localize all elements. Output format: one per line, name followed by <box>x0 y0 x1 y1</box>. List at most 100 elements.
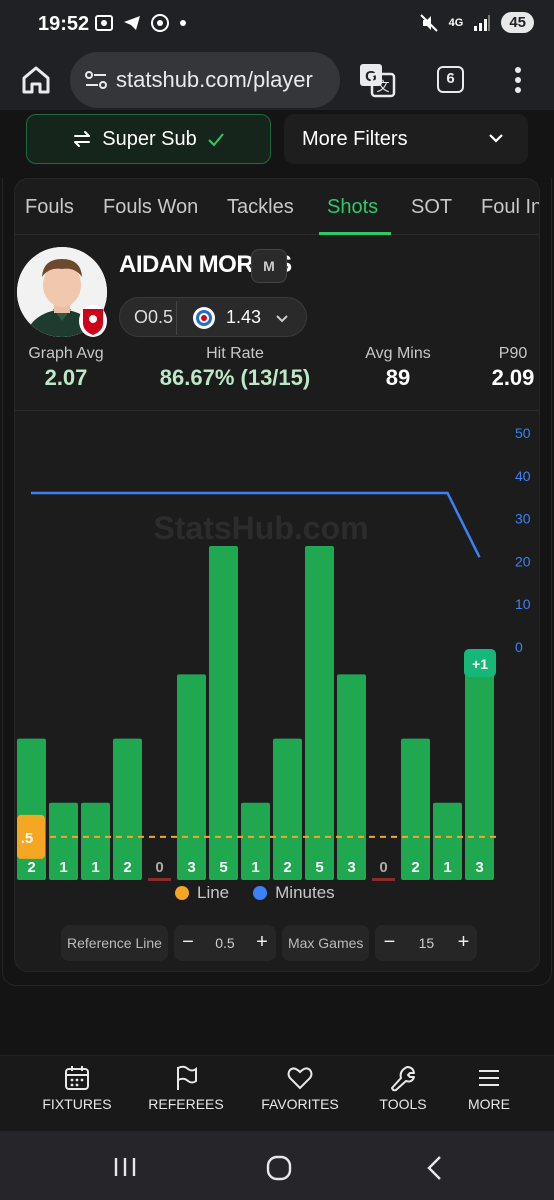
site-settings-icon[interactable] <box>84 69 108 91</box>
chart-svg: StatsHub.com01020304050607080902May 91Ma… <box>15 254 531 926</box>
chart-legend: Line Minutes <box>175 883 335 903</box>
stat-label: Avg Mins <box>365 345 431 362</box>
annotation-label: +1 <box>472 656 488 672</box>
reference-increment-button[interactable]: + <box>248 929 276 957</box>
menu-icon <box>479 1070 499 1086</box>
tab-fouls-won[interactable]: Fouls Won <box>103 196 198 219</box>
right-axis-tick: 30 <box>515 511 531 527</box>
nav-favorites[interactable]: FAVORITES <box>250 1064 350 1112</box>
legend-swatch <box>253 886 268 900</box>
more-filters-dropdown[interactable]: More Filters <box>284 114 528 164</box>
home-circle-icon[interactable] <box>266 1155 292 1181</box>
browser-toolbar: statshub.com/player G文 6 <box>0 50 554 110</box>
translate-button[interactable]: G文 <box>358 62 396 98</box>
reference-value: 0.5 <box>215 935 235 951</box>
stat-label: P90 <box>498 345 528 362</box>
reference-label: .5 <box>21 830 34 847</box>
chevron-down-icon <box>276 315 288 323</box>
stat-p90: P90 2.09 <box>489 345 537 391</box>
chevron-down-icon <box>489 134 503 143</box>
chrome-icon <box>151 14 169 32</box>
bar-value-label: 5 <box>219 859 227 876</box>
stat-tabs: Fouls Fouls Won Tackles Shots SOT Foul I… <box>15 179 539 235</box>
stat-graph-avg: Graph Avg 2.07 <box>23 345 109 391</box>
nav-label: FIXTURES <box>42 1096 112 1112</box>
tab-switcher-button[interactable]: 6 <box>437 66 464 93</box>
right-axis-tick: 50 <box>515 425 531 441</box>
status-system-icons: 4G 45 <box>419 12 534 33</box>
nav-label: MORE <box>468 1096 510 1112</box>
active-tab-indicator <box>319 232 391 235</box>
status-time: 19:52 <box>38 13 90 35</box>
nav-referees[interactable]: REFEREES <box>136 1064 236 1112</box>
tab-tackles[interactable]: Tackles <box>227 196 294 219</box>
max-games-increment-button[interactable]: + <box>449 929 477 957</box>
nav-tools[interactable]: TOOLS <box>353 1064 453 1112</box>
line-selector[interactable]: O0.5 1.43 <box>119 297 307 337</box>
stat-avg-mins: Avg Mins 89 <box>351 345 445 391</box>
tab-sot[interactable]: SOT <box>411 196 452 219</box>
control-label: Reference Line <box>67 935 162 951</box>
system-navigation-bar <box>0 1131 554 1200</box>
reference-line-stepper: − 0.5 + <box>173 925 276 961</box>
bar-value-label: 2 <box>411 859 419 876</box>
bar-value-label: 3 <box>187 859 195 876</box>
signal-icon <box>474 14 491 31</box>
bar-value-label: 3 <box>475 859 483 876</box>
tab-fouls-in[interactable]: Foul In <box>481 196 539 219</box>
bar-value-label: 1 <box>251 859 259 876</box>
player-summary-stats: Graph Avg 2.07 Hit Rate 86.67% (13/15) A… <box>15 345 539 411</box>
flag-icon <box>177 1065 197 1090</box>
max-games-decrement-button[interactable]: − <box>375 929 403 957</box>
home-icon <box>22 66 50 94</box>
url-text: statshub.com/player <box>116 67 313 92</box>
bar-value-label: 2 <box>283 859 291 876</box>
reference-line-control: Reference Line <box>61 925 168 961</box>
super-sub-filter-button[interactable]: Super Sub <box>26 114 271 164</box>
browser-menu-button[interactable] <box>508 64 528 96</box>
nav-label: FAVORITES <box>261 1096 339 1112</box>
chart-bar <box>177 674 206 880</box>
svg-text:文: 文 <box>376 80 389 95</box>
legend-item-line: Line <box>175 883 229 903</box>
bar-value-label: 0 <box>379 859 387 876</box>
bar-value-label: 2 <box>123 859 131 876</box>
chart-bar <box>305 546 334 880</box>
nav-fixtures[interactable]: FIXTURES <box>27 1064 127 1112</box>
bookmaker-icon <box>193 307 215 329</box>
swap-icon <box>74 131 91 147</box>
super-sub-label: Super Sub <box>102 127 197 150</box>
bar-value-label: 1 <box>59 859 67 876</box>
more-filters-label: More Filters <box>302 128 408 150</box>
page-content: Super Sub More Filters Fouls Fouls Won T… <box>0 110 554 1055</box>
nav-label: TOOLS <box>379 1096 427 1112</box>
translate-icon: G文 <box>360 64 396 98</box>
bar-value-label: 2 <box>27 859 35 876</box>
club-badge-icon <box>83 309 103 335</box>
tab-fouls[interactable]: Fouls <box>25 196 74 219</box>
legend-item-minutes: Minutes <box>253 883 335 903</box>
line-label: O0.5 <box>134 307 174 327</box>
tab-shots[interactable]: Shots <box>327 196 378 219</box>
home-button[interactable] <box>18 62 54 98</box>
nav-more[interactable]: MORE <box>439 1064 539 1112</box>
max-games-stepper: − 15 + <box>375 925 478 961</box>
recents-icon[interactable] <box>112 1155 138 1179</box>
max-games-value: 15 <box>418 935 435 951</box>
max-games-control: Max Games <box>281 925 370 961</box>
address-bar[interactable]: statshub.com/player <box>70 52 340 108</box>
right-axis-tick: 0 <box>515 639 523 655</box>
bar-value-label: 3 <box>347 859 355 876</box>
back-icon[interactable] <box>424 1155 446 1181</box>
stat-label: Graph Avg <box>28 345 104 362</box>
chart-controls: Reference Line − 0.5 + Max Games − 15 + <box>61 925 478 961</box>
control-label: Max Games <box>287 935 364 951</box>
mute-icon <box>419 13 438 32</box>
odds-value: 1.43 <box>226 307 262 327</box>
stat-value: 89 <box>385 365 411 390</box>
heart-icon <box>287 1067 313 1090</box>
right-axis-tick: 10 <box>515 596 531 612</box>
dot-icon <box>180 20 186 26</box>
stat-hit-rate: Hit Rate 86.67% (13/15) <box>155 345 315 391</box>
reference-decrement-button[interactable]: − <box>174 929 202 957</box>
